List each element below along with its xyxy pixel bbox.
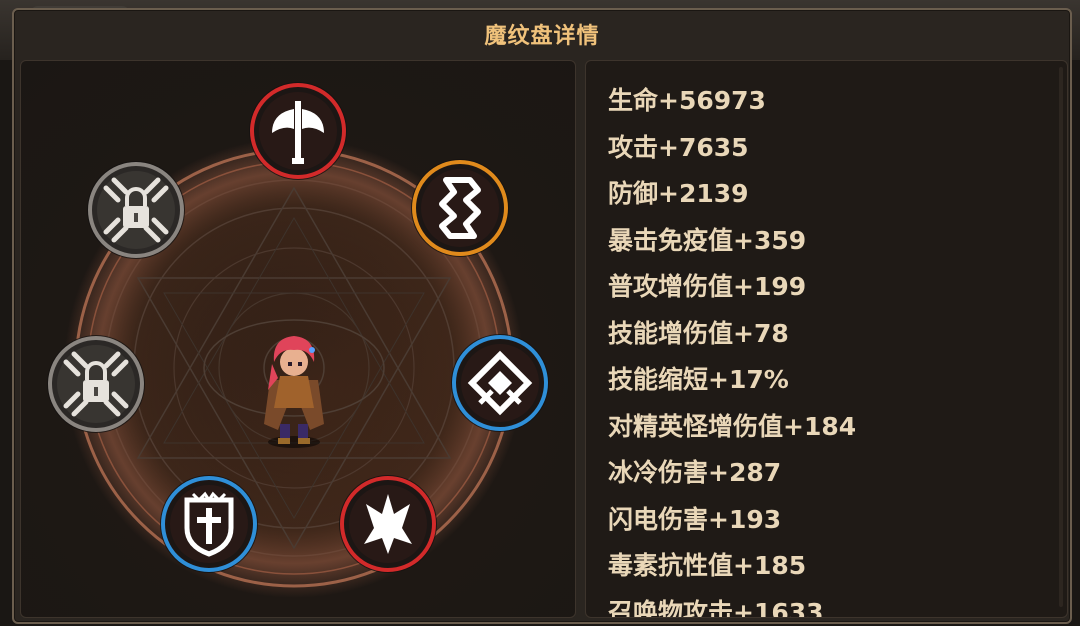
stat-hp: 生命+56973	[608, 86, 766, 115]
rune-slot-lower-left[interactable]	[160, 475, 258, 573]
stat-lightning-damage: 闪电伤害+193	[608, 504, 782, 534]
rune-slot-left[interactable]	[47, 335, 145, 433]
stat-summon-attack: 召唤物攻击+1633	[608, 597, 824, 618]
stat-poison-resistance: 毒素抗性值+185	[608, 551, 807, 580]
stat-crit-immunity: 暴击免疫值+359	[608, 225, 807, 255]
rune-slot-upper-right[interactable]	[411, 159, 509, 257]
rune-disk	[47, 82, 549, 598]
stats-panel[interactable]: 生命+56973 攻击+7635 防御+2139 暴击免疫值+359 普攻增伤值…	[585, 60, 1068, 618]
stats-list: 生命+56973 攻击+7635 防御+2139 暴击免疫值+359 普攻增伤值…	[608, 83, 857, 618]
rune-slot-right[interactable]	[451, 334, 549, 432]
stat-cooldown-reduction: 技能缩短+17%	[608, 365, 789, 394]
stat-basic-attack-bonus: 普攻增伤值+199	[608, 272, 807, 301]
stats-scrollbar[interactable]	[1059, 67, 1063, 607]
stat-elite-damage-bonus: 对精英怪增伤值+184	[608, 411, 857, 441]
rune-slot-upper-left[interactable]	[87, 161, 185, 259]
stat-cold-damage: 冰冷伤害+287	[608, 458, 782, 487]
stat-skill-damage-bonus: 技能增伤值+78	[608, 318, 789, 348]
rune-slot-top[interactable]	[249, 82, 347, 180]
stat-attack: 攻击+7635	[608, 132, 749, 162]
dialog-title: 魔纹盘详情	[484, 24, 600, 49]
stat-defense: 防御+2139	[608, 179, 749, 208]
rune-slot-lower-right[interactable]	[339, 475, 437, 573]
